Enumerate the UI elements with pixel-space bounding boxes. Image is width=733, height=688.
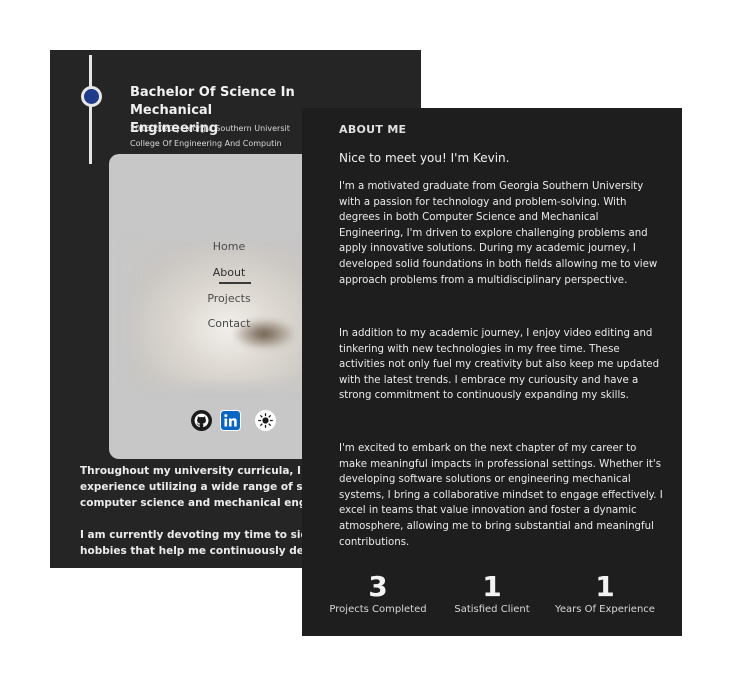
linkedin-icon[interactable] (220, 410, 241, 431)
stat-label: Years Of Experience (555, 604, 655, 615)
theme-toggle-sun-icon[interactable] (255, 410, 276, 431)
github-icon[interactable] (191, 410, 212, 431)
blurred-background-image (129, 244, 329, 384)
about-me-panel: ABOUT ME Nice to meet you! I'm Kevin. I'… (302, 108, 682, 636)
about-greeting: Nice to meet you! I'm Kevin. (339, 151, 510, 165)
stat-label: Projects Completed (329, 604, 427, 615)
stat-satisfied-client: 1 Satisfied Client (442, 570, 542, 616)
stat-value: 1 (595, 570, 615, 603)
nav-active-underline (219, 282, 251, 284)
timeline-dot (81, 86, 102, 107)
about-heading: ABOUT ME (339, 123, 407, 136)
about-paragraph: In addition to my academic journey, I en… (339, 328, 660, 402)
timeline-line (89, 55, 92, 164)
education-college: College Of Engineering And Computin (130, 139, 282, 148)
stat-years-experience: 1 Years Of Experience (550, 570, 660, 616)
stat-value: 3 (368, 570, 388, 603)
background-text-line: hobbies that help me continuously develo… (80, 545, 337, 557)
about-paragraph: I'm excited to embark on the next chapte… (339, 443, 663, 548)
stat-projects-completed: 3 Projects Completed (326, 570, 430, 616)
stat-value: 1 (482, 570, 502, 603)
education-years-school: 2016-2020 | Georgia Southern Universit (130, 124, 290, 133)
stat-label: Satisfied Client (454, 604, 530, 615)
about-paragraph: I'm a motivated graduate from Georgia So… (339, 181, 658, 286)
background-text-line: computer science and mechanical enginee (80, 497, 332, 509)
